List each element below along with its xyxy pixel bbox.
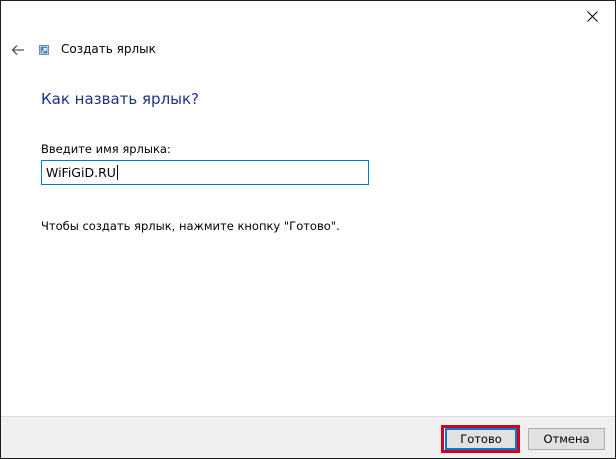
back-button[interactable]: [7, 39, 29, 61]
close-button[interactable]: [569, 1, 615, 32]
wizard-footer: Готово Отмена: [1, 416, 615, 458]
back-arrow-icon: [11, 45, 24, 55]
cancel-button[interactable]: Отмена: [528, 428, 605, 450]
cancel-button-label: Отмена: [543, 432, 590, 446]
wizard-title: Создать ярлык: [61, 42, 156, 56]
wizard-header: Создать ярлык: [1, 35, 615, 65]
text-caret: [116, 165, 118, 180]
shortcut-name-value: WiFiGiD.RU: [46, 165, 116, 180]
create-shortcut-window: Создать ярлык Как назвать ярлык? Введите…: [0, 0, 616, 459]
page-heading: Как назвать ярлык?: [41, 90, 200, 108]
shortcut-name-label: Введите имя ярлыка:: [41, 142, 171, 156]
finish-hint-text: Чтобы создать ярлык, нажмите кнопку "Гот…: [41, 219, 340, 233]
finish-button-label: Готово: [460, 432, 502, 446]
title-bar: [1, 1, 615, 33]
shortcut-icon: [39, 45, 49, 55]
close-icon: [586, 11, 598, 22]
finish-button[interactable]: Готово: [445, 428, 517, 450]
shortcut-name-input[interactable]: WiFiGiD.RU: [41, 160, 369, 185]
